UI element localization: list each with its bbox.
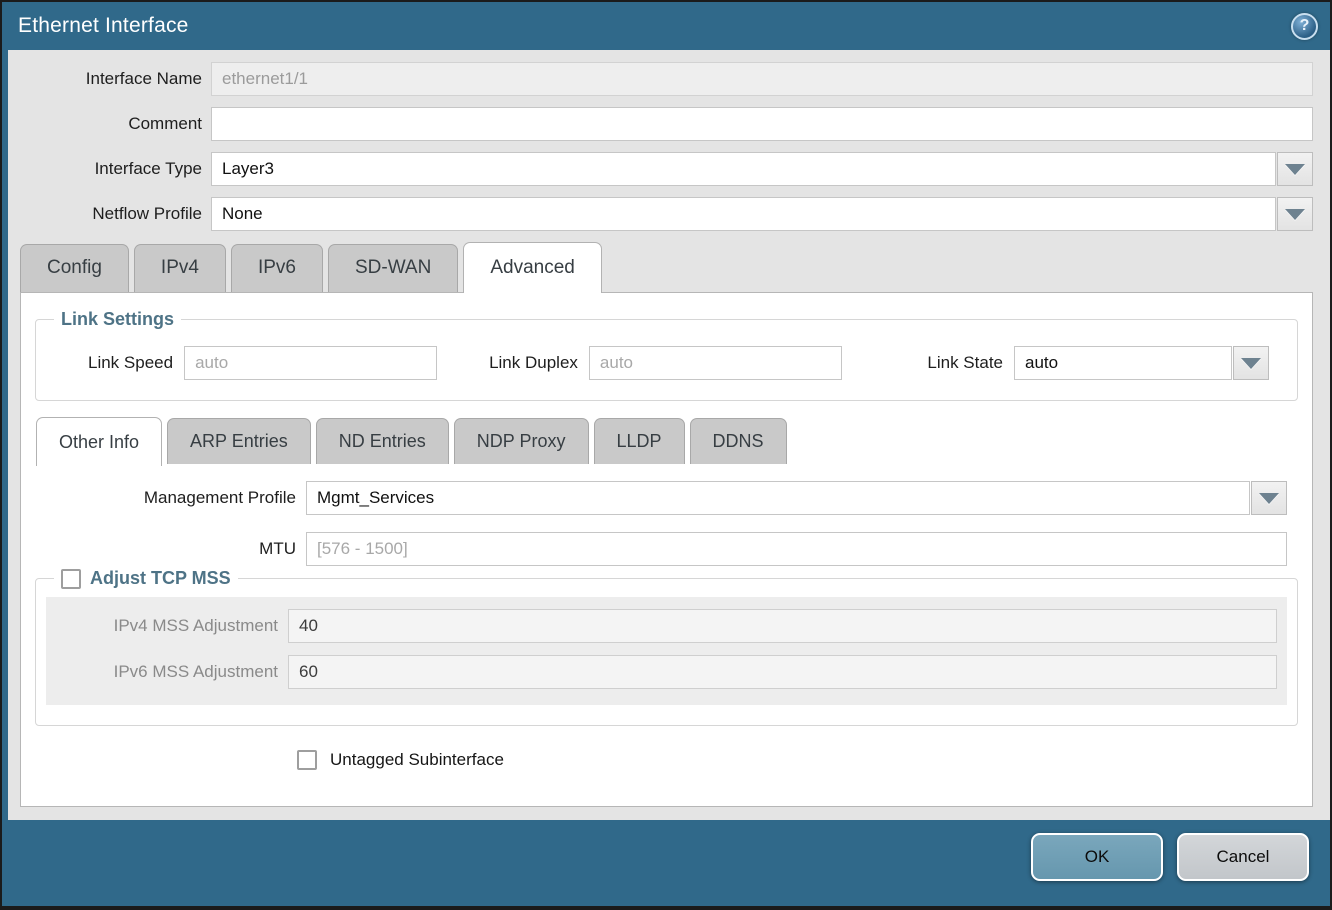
main-tab-bar: Config IPv4 IPv6 SD-WAN Advanced bbox=[20, 242, 1330, 292]
interface-name-row: Interface Name bbox=[10, 62, 1313, 96]
dialog-titlebar: Ethernet Interface ? bbox=[2, 2, 1330, 50]
link-state-field[interactable] bbox=[1014, 346, 1232, 380]
subtab-other-info[interactable]: Other Info bbox=[36, 417, 162, 466]
chevron-down-icon bbox=[1285, 209, 1305, 220]
interface-general-form: Interface Name Comment Interface Type Ne… bbox=[2, 50, 1330, 231]
subtab-ddns[interactable]: DDNS bbox=[690, 418, 787, 464]
ipv4-mss-field bbox=[288, 609, 1277, 643]
chevron-down-icon bbox=[1241, 358, 1261, 369]
link-state-dropdown-button[interactable] bbox=[1233, 346, 1269, 380]
interface-type-dropdown-button[interactable] bbox=[1277, 152, 1313, 186]
tab-ipv6[interactable]: IPv6 bbox=[231, 244, 323, 292]
dialog-title: Ethernet Interface bbox=[18, 14, 189, 38]
tab-sd-wan[interactable]: SD-WAN bbox=[328, 244, 458, 292]
interface-name-label: Interface Name bbox=[10, 69, 202, 89]
mtu-label: MTU bbox=[34, 539, 296, 559]
ipv6-mss-field bbox=[288, 655, 1277, 689]
cancel-button[interactable]: Cancel bbox=[1177, 833, 1309, 881]
link-speed-field[interactable] bbox=[184, 346, 437, 380]
subtab-nd-entries[interactable]: ND Entries bbox=[316, 418, 449, 464]
adjust-tcp-mss-body: IPv4 MSS Adjustment IPv6 MSS Adjustment bbox=[46, 597, 1287, 705]
link-settings-legend: Link Settings bbox=[54, 309, 181, 330]
link-settings-group: Link Settings Link Speed Link Duplex Lin… bbox=[35, 309, 1298, 401]
link-duplex-label: Link Duplex bbox=[489, 353, 578, 373]
management-profile-field[interactable] bbox=[306, 481, 1250, 515]
tab-ipv4[interactable]: IPv4 bbox=[134, 244, 226, 292]
ipv4-mss-label: IPv4 MSS Adjustment bbox=[46, 616, 278, 636]
ethernet-interface-dialog: Ethernet Interface ? Interface Name Comm… bbox=[0, 0, 1332, 910]
link-duplex-group: Link Duplex bbox=[489, 346, 842, 380]
interface-type-field[interactable] bbox=[211, 152, 1276, 186]
untagged-subinterface-row: Untagged Subinterface bbox=[297, 750, 1299, 770]
netflow-profile-field[interactable] bbox=[211, 197, 1276, 231]
subtab-arp-entries[interactable]: ARP Entries bbox=[167, 418, 311, 464]
netflow-profile-row: Netflow Profile bbox=[10, 197, 1313, 231]
link-state-label: Link State bbox=[927, 353, 1003, 373]
subtab-lldp[interactable]: LLDP bbox=[594, 418, 685, 464]
comment-label: Comment bbox=[10, 114, 202, 134]
link-speed-label: Link Speed bbox=[88, 353, 173, 373]
management-profile-label: Management Profile bbox=[34, 488, 296, 508]
ok-button[interactable]: OK bbox=[1031, 833, 1163, 881]
mtu-row: MTU bbox=[34, 532, 1299, 566]
chevron-down-icon bbox=[1285, 164, 1305, 175]
link-state-group: Link State bbox=[927, 346, 1269, 380]
interface-name-field bbox=[211, 62, 1313, 96]
ipv6-mss-row: IPv6 MSS Adjustment bbox=[46, 655, 1277, 689]
interface-type-row: Interface Type bbox=[10, 152, 1313, 186]
ipv6-mss-label: IPv6 MSS Adjustment bbox=[46, 662, 278, 682]
advanced-tab-panel: Link Settings Link Speed Link Duplex Lin… bbox=[20, 292, 1313, 807]
chevron-down-icon bbox=[1259, 493, 1279, 504]
comment-field[interactable] bbox=[211, 107, 1313, 141]
adjust-tcp-mss-legend: Adjust TCP MSS bbox=[54, 568, 238, 589]
window-left-accent bbox=[2, 2, 8, 906]
management-profile-row: Management Profile bbox=[34, 481, 1299, 515]
netflow-profile-label: Netflow Profile bbox=[10, 204, 202, 224]
link-duplex-field[interactable] bbox=[589, 346, 842, 380]
adjust-tcp-mss-checkbox[interactable] bbox=[61, 569, 81, 589]
mtu-field[interactable] bbox=[306, 532, 1287, 566]
link-speed-group: Link Speed bbox=[88, 346, 437, 380]
adjust-tcp-mss-group: Adjust TCP MSS IPv4 MSS Adjustment IPv6 … bbox=[35, 568, 1298, 726]
ipv4-mss-row: IPv4 MSS Adjustment bbox=[46, 609, 1277, 643]
tab-advanced[interactable]: Advanced bbox=[463, 242, 602, 293]
dialog-footer: OK Cancel bbox=[2, 820, 1330, 906]
untagged-subinterface-label: Untagged Subinterface bbox=[330, 750, 504, 770]
untagged-subinterface-checkbox[interactable] bbox=[297, 750, 317, 770]
tab-config[interactable]: Config bbox=[20, 244, 129, 292]
comment-row: Comment bbox=[10, 107, 1313, 141]
interface-type-label: Interface Type bbox=[10, 159, 202, 179]
management-profile-dropdown-button[interactable] bbox=[1251, 481, 1287, 515]
netflow-profile-dropdown-button[interactable] bbox=[1277, 197, 1313, 231]
adjust-tcp-mss-legend-text: Adjust TCP MSS bbox=[90, 568, 231, 589]
help-icon[interactable]: ? bbox=[1291, 13, 1318, 40]
subtab-ndp-proxy[interactable]: NDP Proxy bbox=[454, 418, 589, 464]
link-settings-row: Link Speed Link Duplex Link State bbox=[46, 346, 1287, 380]
other-info-tab-bar: Other Info ARP Entries ND Entries NDP Pr… bbox=[36, 417, 1299, 464]
